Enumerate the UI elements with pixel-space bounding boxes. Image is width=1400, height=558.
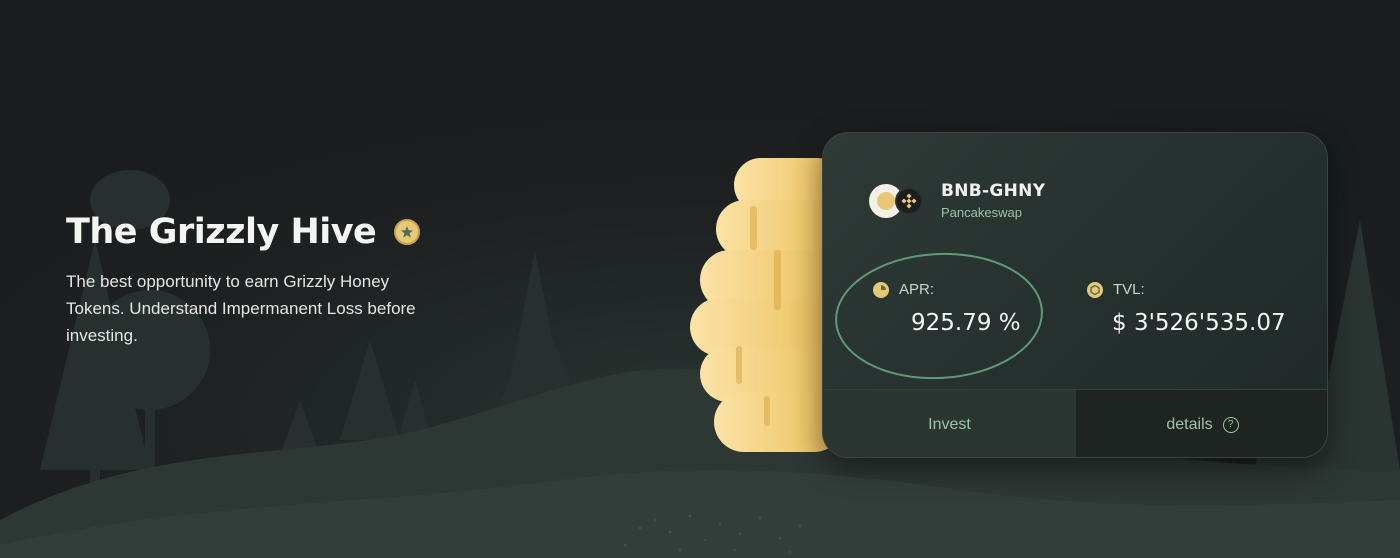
help-icon: ?	[1222, 416, 1239, 433]
hero-section: The Grizzly Hive The best opportunity to…	[66, 212, 486, 349]
bnb-token-icon	[895, 186, 923, 215]
pair-text: BNB-GHNY Pancakeswap	[941, 181, 1045, 220]
apr-value: 925.79 %	[911, 310, 1021, 336]
pair-name: BNB-GHNY	[941, 181, 1046, 201]
apr-chart-icon	[873, 281, 889, 298]
apr-label-row: APR:	[873, 281, 1021, 298]
details-button[interactable]: details ?	[1076, 390, 1327, 457]
tvl-stat: TVL: $ 3'526'535.07	[1087, 281, 1286, 336]
farm-card: BNB-GHNY Pancakeswap APR: 925.79 % TVL: …	[822, 132, 1328, 458]
tvl-value: $ 3'526'535.07	[1112, 310, 1286, 336]
tvl-label-row: TVL:	[1087, 281, 1286, 298]
token-pair: BNB-GHNY Pancakeswap	[869, 181, 1045, 220]
hero-description: The best opportunity to earn Grizzly Hon…	[66, 272, 416, 345]
page: The Grizzly Hive The best opportunity to…	[0, 0, 1400, 558]
dex-name: Pancakeswap	[941, 205, 1022, 220]
tvl-label: TVL:	[1113, 281, 1145, 298]
tvl-hexagon-icon	[1087, 281, 1103, 298]
grizzly-badge-icon	[394, 219, 421, 245]
hero-title-row: The Grizzly Hive	[66, 212, 486, 252]
page-title: The Grizzly Hive	[66, 212, 377, 252]
apr-stat: APR: 925.79 %	[873, 281, 1021, 336]
details-label: details	[1166, 415, 1213, 433]
invest-button[interactable]: Invest	[823, 390, 1076, 457]
apr-label: APR:	[899, 281, 935, 298]
card-actions: Invest details ?	[823, 390, 1327, 457]
